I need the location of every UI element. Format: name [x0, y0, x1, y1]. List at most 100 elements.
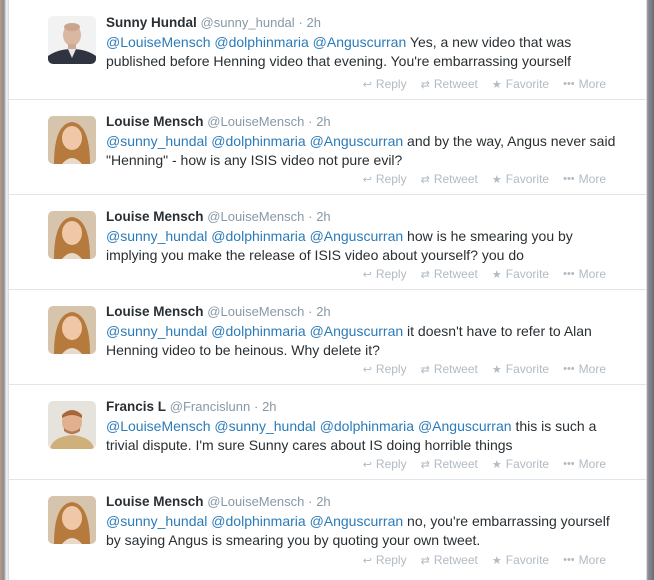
author-handle[interactable]: @LouiseMensch [207, 114, 304, 129]
timestamp[interactable]: 2h [316, 114, 330, 129]
mention-link[interactable]: @sunny_hundal [106, 228, 207, 244]
timestamp[interactable]: 2h [262, 399, 276, 414]
retweet-button[interactable]: ⇄ Retweet [421, 553, 478, 567]
separator: · [308, 114, 313, 129]
author-name[interactable]: Sunny Hundal [106, 15, 197, 30]
more-dots-icon: ••• [563, 78, 575, 90]
timestamp[interactable]: 2h [307, 15, 321, 30]
retweet-icon: ⇄ [420, 78, 430, 91]
mention-link[interactable]: @Anguscurran [310, 133, 404, 149]
author-handle[interactable]: @sunny_hundal [201, 15, 295, 30]
author-name[interactable]: Louise Mensch [106, 304, 204, 319]
more-dots-icon: ••• [563, 268, 575, 280]
mention-link[interactable]: @dolphinmaria [211, 513, 305, 529]
tweet[interactable]: Louise Mensch @LouiseMensch · 2h @sunny_… [9, 290, 646, 385]
reply-button[interactable]: ↩ Reply [363, 77, 407, 91]
mention-link[interactable]: @Anguscurran [418, 418, 512, 434]
mention-link[interactable]: @dolphinmaria [211, 133, 305, 149]
tweet[interactable]: Louise Mensch @LouiseMensch · 2h @sunny_… [9, 100, 646, 195]
retweet-icon: ⇄ [420, 554, 430, 567]
mention-link[interactable]: @Anguscurran [310, 323, 404, 339]
tweet-header: Louise Mensch @LouiseMensch · 2h [106, 113, 331, 131]
author-handle[interactable]: @LouiseMensch [207, 304, 304, 319]
reply-icon: ↩ [362, 554, 372, 567]
mention-link[interactable]: @sunny_hundal [214, 418, 315, 434]
reply-button[interactable]: ↩ Reply [363, 457, 407, 471]
retweet-button[interactable]: ⇄ Retweet [421, 362, 478, 376]
tweet[interactable]: Francis L @Francislunn · 2h @LouiseMensc… [9, 385, 646, 480]
avatar[interactable] [48, 16, 96, 64]
reply-icon: ↩ [362, 78, 372, 91]
mention-link[interactable]: @dolphinmaria [211, 323, 305, 339]
reply-button[interactable]: ↩ Reply [363, 172, 407, 186]
mention-link[interactable]: @LouiseMensch [106, 34, 211, 50]
mention-link[interactable]: @dolphinmaria [214, 34, 308, 50]
tweet[interactable]: Louise Mensch @LouiseMensch · 2h @sunny_… [9, 195, 646, 290]
mention-link[interactable]: @sunny_hundal [106, 513, 207, 529]
mention-link[interactable]: @Anguscurran [313, 34, 407, 50]
tweet-text: @sunny_hundal @dolphinmaria @Anguscurran… [106, 322, 616, 360]
author-name[interactable]: Louise Mensch [106, 209, 204, 224]
more-button[interactable]: ••• More [563, 362, 606, 376]
favorite-button[interactable]: ★ Favorite [492, 457, 549, 471]
tweet[interactable]: Louise Mensch @LouiseMensch · 2h @sunny_… [9, 480, 646, 575]
favorite-button[interactable]: ★ Favorite [492, 172, 549, 186]
author-name[interactable]: Louise Mensch [106, 114, 204, 129]
author-name[interactable]: Louise Mensch [106, 494, 204, 509]
more-button[interactable]: ••• More [563, 457, 606, 471]
mention-link[interactable]: @sunny_hundal [106, 133, 207, 149]
author-handle[interactable]: @LouiseMensch [207, 209, 304, 224]
more-button[interactable]: ••• More [563, 172, 606, 186]
author-name[interactable]: Francis L [106, 399, 166, 414]
mention-link[interactable]: @Anguscurran [310, 228, 404, 244]
separator: · [308, 494, 313, 509]
reply-button[interactable]: ↩ Reply [363, 362, 407, 376]
author-handle[interactable]: @LouiseMensch [207, 494, 304, 509]
author-handle[interactable]: @Francislunn [170, 399, 250, 414]
timestamp[interactable]: 2h [316, 494, 330, 509]
avatar[interactable] [48, 401, 96, 449]
avatar[interactable] [48, 211, 96, 259]
reply-button[interactable]: ↩ Reply [363, 553, 407, 567]
mention-link[interactable]: @dolphinmaria [211, 228, 305, 244]
reply-icon: ↩ [362, 458, 372, 471]
tweet-actions: ↩ Reply ⇄ Retweet ★ Favorite ••• More [363, 457, 606, 471]
tweet-text: @sunny_hundal @dolphinmaria @Anguscurran… [106, 132, 616, 170]
retweet-button[interactable]: ⇄ Retweet [421, 172, 478, 186]
favorite-button[interactable]: ★ Favorite [492, 77, 549, 91]
mention-link[interactable]: @LouiseMensch [106, 418, 211, 434]
favorite-button[interactable]: ★ Favorite [492, 362, 549, 376]
more-button[interactable]: ••• More [563, 77, 606, 91]
timestamp[interactable]: 2h [316, 209, 330, 224]
favorite-button[interactable]: ★ Favorite [492, 553, 549, 567]
mention-link[interactable]: @Anguscurran [310, 513, 404, 529]
tweet-text: @sunny_hundal @dolphinmaria @Anguscurran… [106, 512, 616, 550]
avatar[interactable] [48, 116, 96, 164]
reply-button[interactable]: ↩ Reply [363, 267, 407, 281]
favorite-button[interactable]: ★ Favorite [492, 267, 549, 281]
avatar[interactable] [48, 306, 96, 354]
retweet-button[interactable]: ⇄ Retweet [421, 267, 478, 281]
star-icon: ★ [491, 554, 502, 567]
tweet-header: Louise Mensch @LouiseMensch · 2h [106, 208, 331, 226]
mention-link[interactable]: @dolphinmaria [320, 418, 414, 434]
mention-link[interactable]: @sunny_hundal [106, 323, 207, 339]
separator: · [253, 399, 259, 414]
separator: · [308, 304, 313, 319]
tweet-text: @LouiseMensch @sunny_hundal @dolphinmari… [106, 417, 616, 455]
retweet-icon: ⇄ [420, 363, 430, 376]
timestamp[interactable]: 2h [316, 304, 330, 319]
more-button[interactable]: ••• More [563, 553, 606, 567]
avatar[interactable] [48, 496, 96, 544]
tweet-text: @sunny_hundal @dolphinmaria @Anguscurran… [106, 227, 616, 265]
star-icon: ★ [491, 268, 502, 281]
tweet-actions: ↩ Reply ⇄ Retweet ★ Favorite ••• More [363, 362, 606, 376]
retweet-button[interactable]: ⇄ Retweet [421, 457, 478, 471]
tweet-header: Francis L @Francislunn · 2h [106, 398, 277, 416]
retweet-button[interactable]: ⇄ Retweet [421, 77, 478, 91]
tweet-stream: Sunny Hundal @sunny_hundal · 2h @LouiseM… [8, 0, 647, 580]
retweet-icon: ⇄ [420, 173, 430, 186]
tweet[interactable]: Sunny Hundal @sunny_hundal · 2h @LouiseM… [9, 0, 646, 100]
more-dots-icon: ••• [563, 458, 575, 470]
more-button[interactable]: ••• More [563, 267, 606, 281]
